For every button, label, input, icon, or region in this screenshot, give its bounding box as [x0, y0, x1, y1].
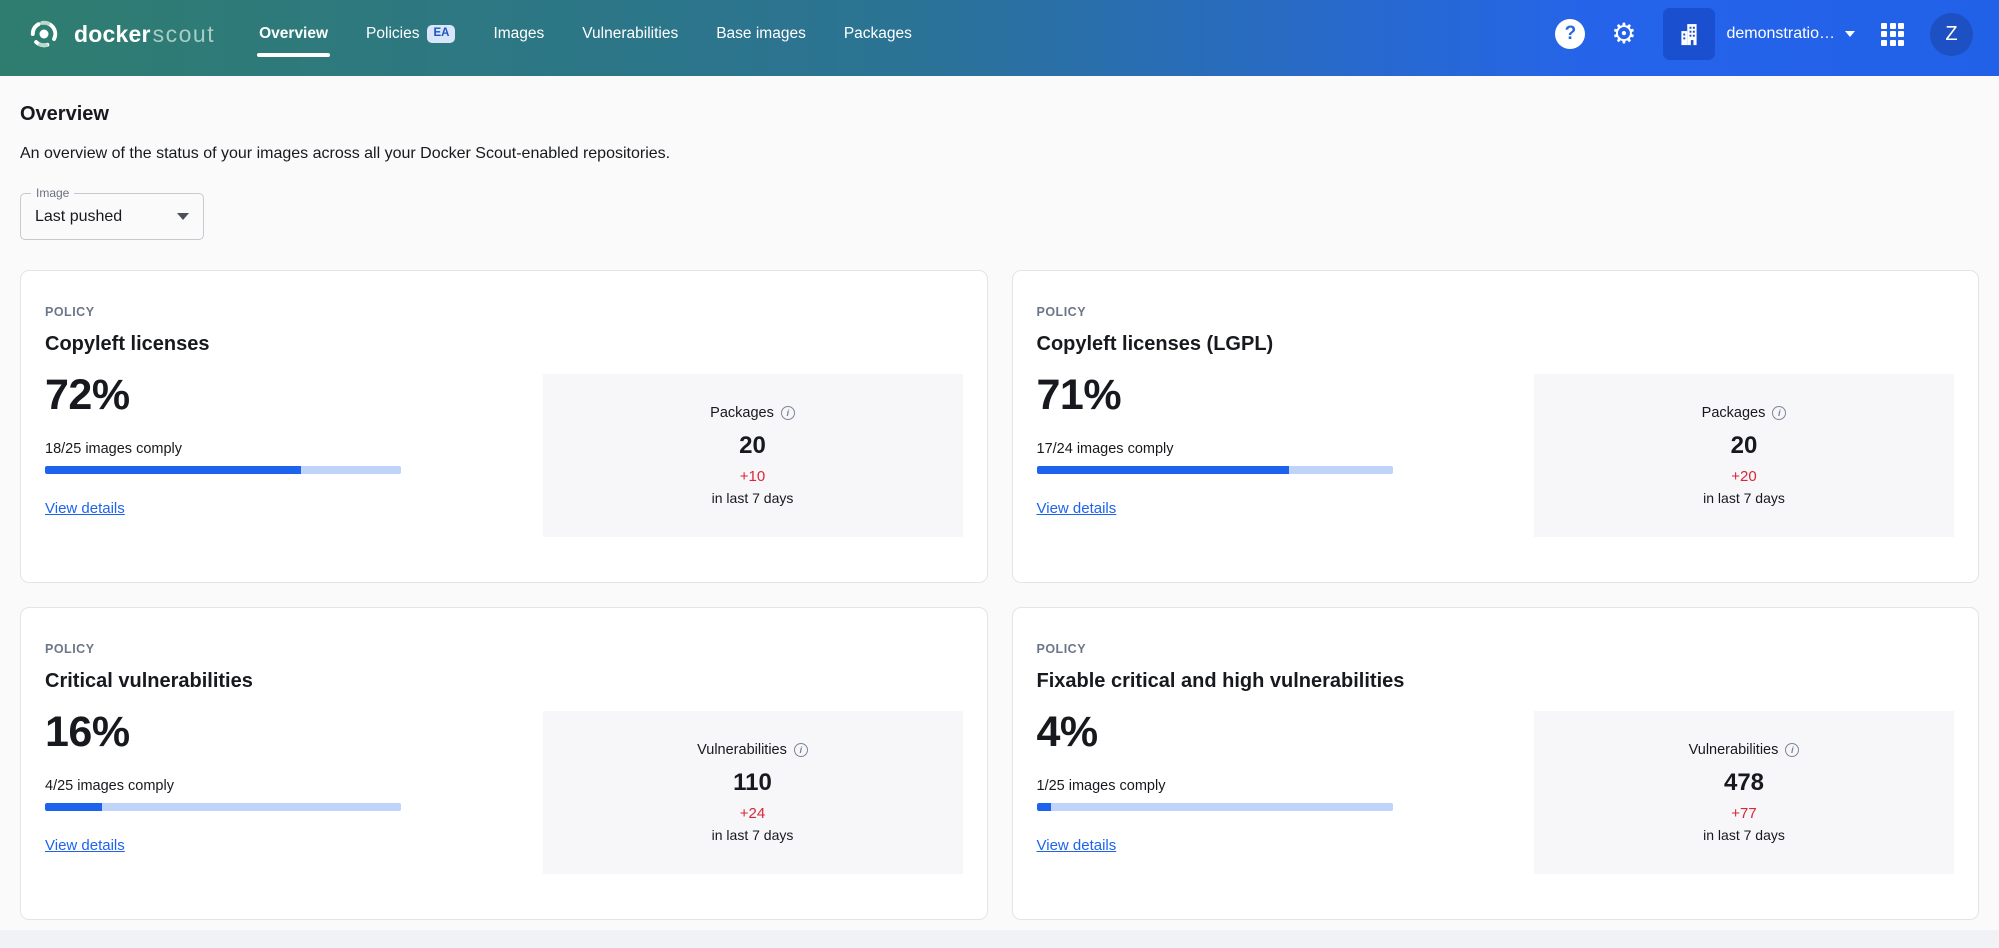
stat-label: Packages — [710, 405, 774, 421]
avatar[interactable]: Z — [1930, 13, 1973, 56]
card-metrics: 72% 18/25 images comply View details — [45, 374, 401, 537]
image-filter-value: Last pushed — [35, 208, 177, 226]
scout-compass-icon — [26, 16, 62, 52]
card-kicker: POLICY — [1037, 305, 1955, 319]
view-details-link[interactable]: View details — [45, 500, 125, 517]
stat-box: Vulnerabilities i 110 +24 in last 7 days — [543, 711, 963, 874]
stat-period: in last 7 days — [1703, 827, 1785, 843]
page-title: Overview — [20, 76, 1979, 126]
policy-cards-grid: POLICY Copyleft licenses 72% 18/25 image… — [20, 270, 1979, 920]
stat-period: in last 7 days — [712, 490, 794, 506]
info-icon[interactable]: i — [781, 406, 795, 420]
policy-card-fixable-critical-high: POLICY Fixable critical and high vulnera… — [1012, 607, 1980, 920]
stat-label: Packages — [1702, 405, 1766, 421]
progress-bar — [1037, 803, 1393, 811]
progress-bar — [45, 466, 401, 474]
nav-item-packages[interactable]: Packages — [844, 25, 912, 43]
building-icon — [1675, 20, 1703, 48]
stat-period: in last 7 days — [712, 827, 794, 843]
comply-text: 1/25 images comply — [1037, 778, 1393, 794]
card-kicker: POLICY — [1037, 642, 1955, 656]
organization-chip — [1663, 8, 1715, 60]
stat-value: 478 — [1724, 769, 1764, 797]
stat-delta: +77 — [1731, 805, 1756, 822]
brand-scout: scout — [153, 21, 215, 47]
stat-label: Vulnerabilities — [697, 742, 787, 758]
card-title: Copyleft licenses — [45, 333, 963, 356]
help-icon[interactable]: ? — [1555, 19, 1585, 49]
card-title: Critical vulnerabilities — [45, 670, 963, 693]
progress-bar-fill — [1037, 466, 1290, 474]
select-caret-icon — [177, 213, 189, 220]
stat-value: 20 — [1731, 432, 1758, 460]
view-details-link[interactable]: View details — [45, 837, 125, 854]
card-kicker: POLICY — [45, 305, 963, 319]
org-name: demonstratio… — [1727, 25, 1836, 43]
nav-links: Overview Policies EA Images Vulnerabilit… — [259, 25, 912, 43]
nav-item-policies[interactable]: Policies EA — [366, 25, 455, 43]
nav-item-images-label: Images — [493, 25, 544, 43]
card-metrics: 16% 4/25 images comply View details — [45, 711, 401, 874]
stat-box: Vulnerabilities i 478 +77 in last 7 days — [1534, 711, 1954, 874]
card-kicker: POLICY — [45, 642, 963, 656]
stat-delta: +10 — [740, 468, 765, 485]
nav-item-base-images[interactable]: Base images — [716, 25, 806, 43]
compliance-percent: 71% — [1037, 374, 1393, 417]
comply-text: 18/25 images comply — [45, 441, 401, 457]
view-details-link[interactable]: View details — [1037, 500, 1117, 517]
nav-item-overview[interactable]: Overview — [259, 25, 328, 43]
apps-grid-icon[interactable] — [1881, 23, 1904, 46]
nav-item-policies-label: Policies — [366, 25, 419, 43]
stat-delta: +24 — [740, 805, 765, 822]
nav-item-images[interactable]: Images — [493, 25, 544, 43]
brand-docker: docker — [74, 21, 151, 47]
comply-text: 17/24 images comply — [1037, 441, 1393, 457]
image-filter-label: Image — [31, 186, 74, 200]
stat-value: 20 — [739, 432, 766, 460]
nav-item-packages-label: Packages — [844, 25, 912, 43]
stat-period: in last 7 days — [1703, 490, 1785, 506]
stat-box: Packages i 20 +20 in last 7 days — [1534, 374, 1954, 537]
progress-bar — [1037, 466, 1393, 474]
stat-box: Packages i 20 +10 in last 7 days — [543, 374, 963, 537]
compliance-percent: 72% — [45, 374, 401, 417]
comply-text: 4/25 images comply — [45, 778, 401, 794]
page-subtitle: An overview of the status of your images… — [20, 145, 1979, 163]
policy-card-copyleft-licenses-lgpl: POLICY Copyleft licenses (LGPL) 71% 17/2… — [1012, 270, 1980, 583]
card-metrics: 71% 17/24 images comply View details — [1037, 374, 1393, 537]
info-icon[interactable]: i — [1785, 743, 1799, 757]
nav-item-vulnerabilities[interactable]: Vulnerabilities — [582, 25, 678, 43]
progress-bar-fill — [45, 466, 301, 474]
stat-value: 110 — [733, 769, 772, 797]
top-nav: dockerscout Overview Policies EA Images … — [0, 0, 1999, 76]
main-content: Overview An overview of the status of yo… — [0, 76, 1999, 930]
compliance-percent: 4% — [1037, 711, 1393, 754]
nav-item-vulnerabilities-label: Vulnerabilities — [582, 25, 678, 43]
org-switcher[interactable]: demonstratio… — [1663, 8, 1856, 60]
docker-scout-logo[interactable]: dockerscout — [26, 16, 215, 52]
view-details-link[interactable]: View details — [1037, 837, 1117, 854]
compliance-percent: 16% — [45, 711, 401, 754]
progress-bar-fill — [45, 803, 102, 811]
image-filter-select[interactable]: Image Last pushed — [20, 193, 204, 240]
card-metrics: 4% 1/25 images comply View details — [1037, 711, 1393, 874]
stat-label: Vulnerabilities — [1689, 742, 1779, 758]
nav-item-base-images-label: Base images — [716, 25, 806, 43]
info-icon[interactable]: i — [1772, 406, 1786, 420]
progress-bar-fill — [1037, 803, 1051, 811]
info-icon[interactable]: i — [794, 743, 808, 757]
gear-icon[interactable]: ⚙︎ — [1611, 20, 1636, 48]
stat-delta: +20 — [1731, 468, 1756, 485]
policy-card-copyleft-licenses: POLICY Copyleft licenses 72% 18/25 image… — [20, 270, 988, 583]
policy-card-critical-vulnerabilities: POLICY Critical vulnerabilities 16% 4/25… — [20, 607, 988, 920]
card-title: Fixable critical and high vulnerabilitie… — [1037, 670, 1955, 693]
chevron-down-icon — [1845, 31, 1855, 37]
card-title: Copyleft licenses (LGPL) — [1037, 333, 1955, 356]
nav-item-overview-label: Overview — [259, 25, 328, 43]
progress-bar — [45, 803, 401, 811]
ea-badge: EA — [427, 25, 455, 43]
nav-right-actions: ? ⚙︎ demonstratio… — [1555, 8, 1973, 60]
